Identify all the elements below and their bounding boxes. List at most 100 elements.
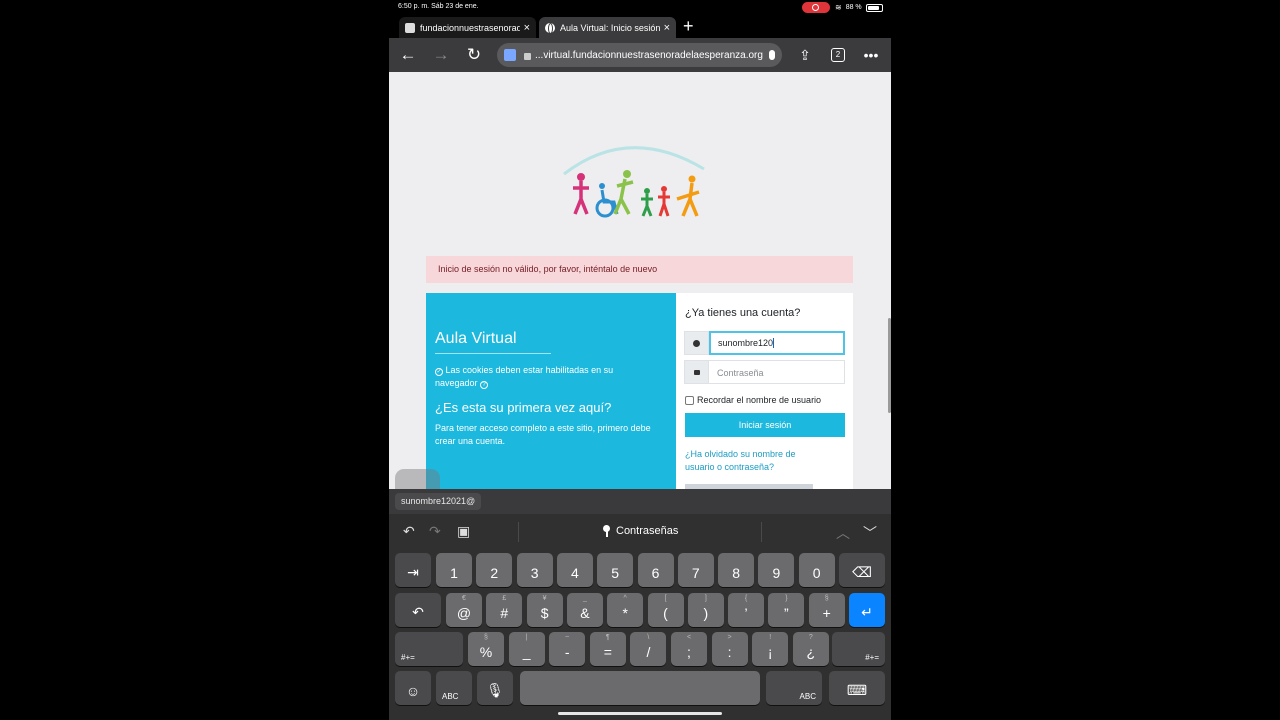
tab-aula-virtual[interactable]: Aula Virtual: Inicio sesión × [539,17,676,38]
key-symbol[interactable]: ^ * [607,593,644,627]
key-symbol[interactable]: \ / [630,632,667,666]
key-7[interactable]: 7 [677,553,714,587]
abc-key[interactable]: ABC [436,671,472,705]
key-4[interactable]: 4 [556,553,593,587]
lock-icon [685,361,709,383]
key-label: & [580,605,590,621]
tab-title: fundacionnuestrasenorad [420,22,520,33]
keyboard-shortcut-bar: ↶ ↷ ▣ Contraseñas ︿ ﹀ [389,514,891,548]
undo-key-glyph: ↶ [412,604,424,620]
forward-arrow-icon[interactable]: → [429,44,453,66]
remember-username[interactable]: Recordar el nombre de usuario [685,395,821,405]
key-text: #+= [401,653,415,662]
close-tab-icon[interactable]: × [664,22,670,34]
remember-checkbox[interactable] [685,395,694,405]
new-tab-button[interactable]: + [683,17,694,35]
page-scrollbar[interactable] [888,318,891,413]
address-bar[interactable]: ...virtual.fundacionnuestrasenoradelaesp… [497,43,782,67]
tab-key[interactable]: ⇥ [395,553,431,587]
username-field[interactable]: sunombre120 [684,331,845,355]
key-symbol[interactable]: ]) [687,593,724,627]
globe-icon [545,22,555,34]
key-symbol[interactable]: >: [711,632,748,666]
key-symbol[interactable]: [( [647,593,684,627]
screen-record-icon [802,2,830,13]
dictation-key[interactable]: 🎙 [477,671,513,705]
abc-key[interactable]: ABC [766,671,822,705]
key-symbol[interactable]: ? ¿ [792,632,829,666]
key-alt-label: ? [808,634,813,641]
password-input[interactable]: Contraseña [709,361,844,383]
signup-panel: Aula Virtual ✓ Las cookies deben estar h… [426,293,676,489]
key-6[interactable]: 6 [637,553,674,587]
key-label: ( [663,605,668,621]
key-2[interactable]: 2 [476,553,513,587]
forgot-credentials-link[interactable]: ¿Ha olvidado su nombre de usuario o cont… [685,448,825,474]
cookies-notice: ✓ Las cookies deben estar habilitadas en… [435,364,655,390]
help-icon[interactable]: ? [480,381,489,389]
key-alt-label: < [686,634,692,641]
key-symbol[interactable]: ¶ = [589,632,626,666]
key-alt-label: _ [582,595,587,602]
autofill-suggestion[interactable]: sunombre12021@ [395,493,482,510]
return-key[interactable]: ↵ [849,593,885,627]
key-alt-label: } [785,595,788,602]
undo-icon[interactable]: ↶ [403,523,415,540]
password-field[interactable]: Contraseña [684,360,845,384]
key-3[interactable]: 3 [516,553,553,587]
key-symbol[interactable]: {’ [728,593,765,627]
key-0[interactable]: 0 [798,553,835,587]
chevron-up-icon[interactable]: ︿ [836,523,850,543]
delete-key[interactable]: ⌫ [839,553,885,587]
key-symbol[interactable]: ¥ $ [526,593,563,627]
passwords-button[interactable]: Contraseñas [603,525,678,537]
key-8[interactable]: 8 [718,553,755,587]
assistive-touch-button[interactable] [395,469,440,489]
key-label: ’ [744,605,748,621]
paste-icon[interactable]: ▣ [457,523,470,540]
share-icon[interactable]: ⇪ [793,44,817,66]
key-symbol[interactable]: _ & [566,593,603,627]
key-symbol[interactable]: §% [468,632,504,666]
dismiss-keyboard-key[interactable]: ⌨ [829,671,885,705]
undo-key[interactable]: ↶ [395,593,441,627]
back-arrow-icon[interactable]: ← [396,44,420,66]
key-symbol[interactable]: § + [808,593,845,627]
key-1[interactable]: 1 [436,553,472,587]
key-alt-label: \ [647,634,650,641]
microphone-icon[interactable] [769,50,775,60]
translate-icon[interactable] [504,49,516,61]
tab-switcher-button[interactable]: 2 [831,48,845,62]
space-bar[interactable] [520,671,760,705]
key-label: 1 [450,565,458,581]
key-5[interactable]: 5 [597,553,634,587]
key-alt-label: ] [704,595,707,602]
more-menu-icon[interactable]: ••• [859,44,883,66]
username-input[interactable]: sunombre120 [709,331,845,355]
key-symbol[interactable]: € @ [446,593,482,627]
key-label: : [727,644,732,660]
key-label: $ [540,605,549,621]
key-alt-label: { [744,595,748,602]
login-button[interactable]: Iniciar sesión [685,413,845,437]
key-symbol[interactable]: £ # [486,593,523,627]
key-symbol[interactable]: ~ - [549,632,586,666]
key-symbol[interactable]: <; [671,632,707,666]
chevron-down-icon[interactable]: ﹀ [863,523,877,543]
battery-percent: 88 % [845,4,862,11]
tab-strip: fundacionnuestrasenorad × Aula Virtual: … [389,14,891,38]
emoji-key-glyph: ☺ [405,683,421,699]
reload-icon[interactable]: ↻ [462,44,486,66]
emoji-key[interactable]: ☺ [395,671,431,705]
symbols-key[interactable]: #+= [832,632,885,666]
symbols-key[interactable]: #+= [395,632,463,666]
key-label: ) [703,605,709,621]
key-9[interactable]: 9 [758,553,795,587]
key-symbol[interactable]: ! ¡ [752,632,789,666]
key-symbol[interactable]: | _ [508,632,545,666]
key-symbol[interactable]: }” [768,593,805,627]
tab-fundacion[interactable]: fundacionnuestrasenorad × [399,17,536,38]
redo-icon[interactable]: ↷ [429,523,441,540]
key-label: 9 [772,565,781,581]
close-tab-icon[interactable]: × [524,22,530,34]
